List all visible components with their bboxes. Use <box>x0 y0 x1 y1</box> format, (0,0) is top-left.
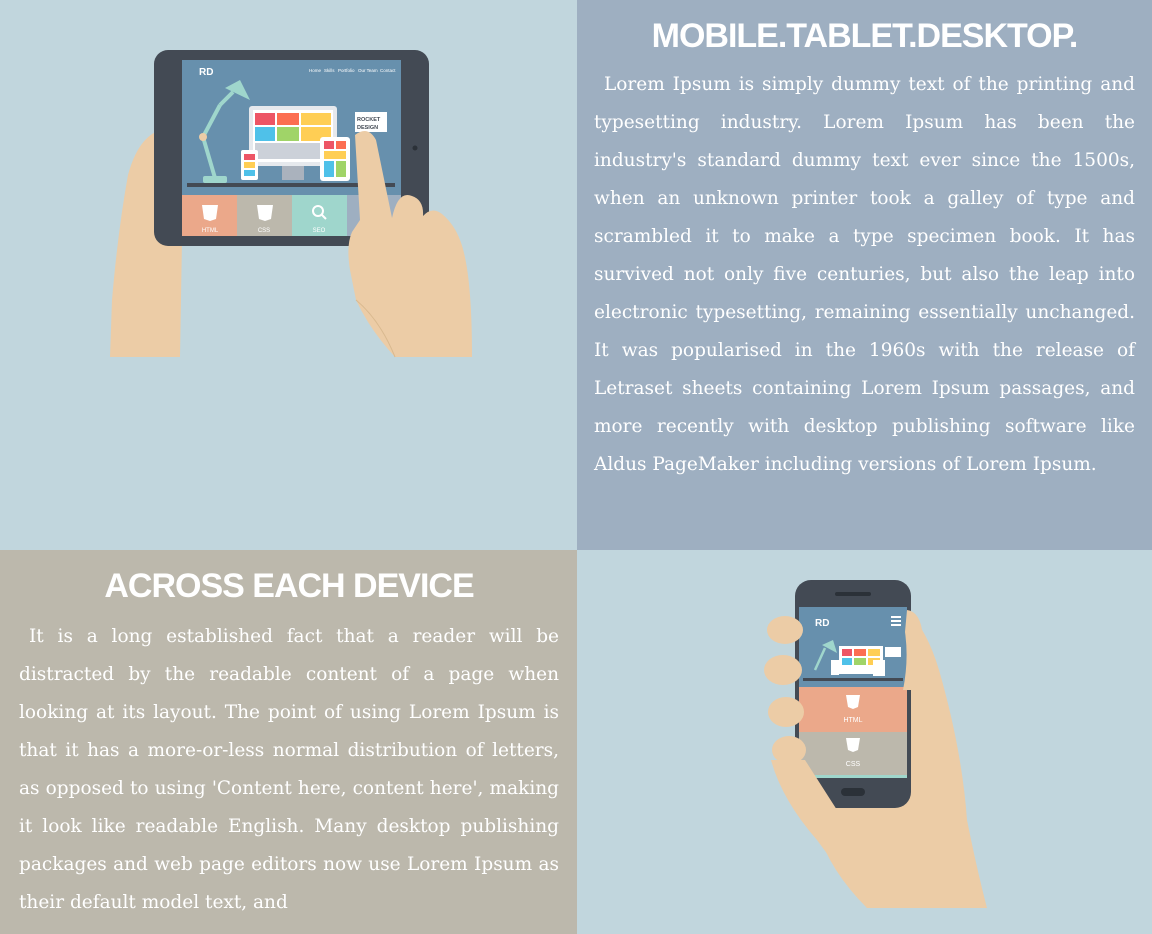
menu-icon <box>891 616 901 626</box>
section-title-mobile-tablet-desktop: MOBILE.TABLET.DESKTOP. <box>651 17 1079 55</box>
css3-icon <box>846 738 860 752</box>
tablet-nav-home: Home <box>309 68 322 73</box>
tablet-logo: RD <box>199 67 213 78</box>
tablet-badge-line2: DESIGN <box>357 125 378 131</box>
tablet-nav-contact: Contact <box>380 68 396 73</box>
phone-illustration-panel: RD HTML CSS <box>577 550 1152 934</box>
mobile-tablet-desktop-section: MOBILE.TABLET.DESKTOP. Lorem Ipsum is si… <box>577 0 1152 550</box>
tablet-nav-skills: Skills <box>324 68 335 73</box>
phone-tile-html <box>799 687 907 732</box>
tablet-nav-portfolio: Portfolio <box>338 68 355 73</box>
tablet-tile-css-label: CSS <box>258 228 270 234</box>
section-title-across-each-device: ACROSS EACH DEVICE <box>104 567 474 605</box>
tablet-hands-illustration: RD Home Skills Portfolio Our Team Contac… <box>110 50 472 358</box>
tablet-nav-team: Our Team <box>358 68 378 73</box>
feature-grid: RD Home Skills Portfolio Our Team Contac… <box>0 0 1152 934</box>
section-text-across-each-device: It is a long established fact that a rea… <box>19 626 559 913</box>
html5-icon <box>202 205 218 221</box>
section-text-mobile-tablet-desktop: Lorem Ipsum is simply dummy text of the … <box>594 74 1135 475</box>
tablet-tile-seo-label: SEO <box>313 228 326 234</box>
css3-icon <box>257 205 273 221</box>
phone-logo: RD <box>815 618 829 629</box>
tablet-tile-html-label: HTML <box>202 228 219 234</box>
phone-tile-html-label: HTML <box>843 717 862 724</box>
phone-hand-illustration: RD HTML CSS <box>764 580 987 908</box>
html5-icon <box>846 695 860 709</box>
tablet-illustration-panel: RD Home Skills Portfolio Our Team Contac… <box>0 0 577 550</box>
tablet-badge-line1: ROCKET <box>357 117 381 123</box>
phone-tile-css-label: CSS <box>846 761 861 768</box>
across-each-device-section: ACROSS EACH DEVICE It is a long establis… <box>0 550 577 934</box>
